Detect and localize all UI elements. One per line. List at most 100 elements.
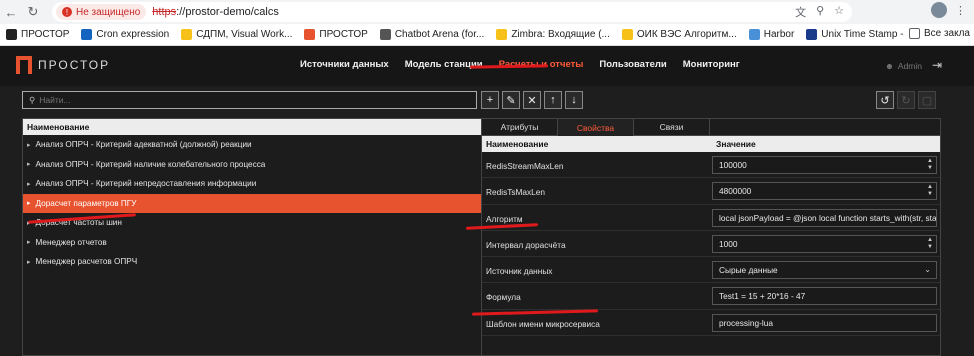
bookmark-icon: [496, 29, 508, 40]
reload-icon[interactable]: ↻: [22, 1, 44, 23]
not-secure-badge[interactable]: ! Не защищено: [56, 4, 147, 20]
tree-header: Наименование: [23, 119, 481, 135]
bookmark-item[interactable]: ПРОСТОР: [304, 29, 368, 40]
chevron-right-icon[interactable]: ▸: [27, 160, 31, 168]
prop-value-input[interactable]: 4800000 ▲ ▼: [712, 182, 937, 201]
add-button[interactable]: +: [481, 91, 499, 109]
prop-name: Интервал дорасчёта: [486, 239, 566, 250]
prop-value-input[interactable]: processing-lua: [712, 313, 937, 332]
redo-button[interactable]: ↻: [897, 91, 915, 109]
prop-value-input[interactable]: 100000 ▲ ▼: [712, 156, 937, 174]
translate-icon[interactable]: 文: [795, 4, 806, 20]
prop-value-select[interactable]: Сырые данные ⌄: [712, 261, 937, 280]
logo[interactable]: ПРОСТОР: [16, 56, 110, 74]
tree-item[interactable]: ▸ Анализ ОПРЧ - Критерий адекватной (долж…: [23, 135, 481, 155]
bookmark-icon: [748, 29, 760, 40]
chevron-right-icon[interactable]: ▸: [27, 180, 31, 188]
bookmark-icon: [806, 29, 818, 40]
logo-text: ПРОСТОР: [38, 58, 111, 72]
spinner-icon[interactable]: ▲ ▼: [927, 184, 933, 198]
bookmark-icon: [81, 29, 93, 40]
tree-item[interactable]: ▸ Анализ ОПРЧ - Критерий наличие колебате…: [23, 155, 481, 175]
bookmark-icon: [621, 29, 633, 40]
menu-item-monitoring[interactable]: Мониторинг: [683, 59, 740, 70]
folder-icon: [908, 28, 920, 39]
app: ПРОСТОР Источники данных Модель станции …: [0, 46, 974, 356]
user-icon: ☻: [884, 61, 894, 71]
calc-tree: Наименование ▸ Анализ ОПРЧ - Критерий аде…: [22, 118, 482, 356]
prop-value-input[interactable]: Test1 = 15 + 20*16 - 47: [712, 287, 937, 306]
chevron-right-icon[interactable]: ▸: [27, 238, 31, 246]
tab-bar: Атрибуты Свойства Связи: [482, 119, 940, 136]
bookmark-icon: [181, 29, 193, 40]
logo-icon: [16, 56, 32, 74]
tree-toolbar: + ✎ ✕ ↑ ↓: [481, 91, 583, 109]
move-up-button[interactable]: ↑: [544, 91, 562, 109]
address-bar[interactable]: ! Не защищено https ://prostor-demo/calc…: [52, 2, 852, 22]
profile-avatar[interactable]: [931, 2, 947, 18]
properties-panel: Атрибуты Свойства Связи Наименование Зна…: [481, 118, 941, 356]
col-value-header: Значение: [716, 139, 756, 149]
prop-value-input[interactable]: local jsonPayload = @json local function…: [712, 208, 937, 227]
all-bookmarks[interactable]: Все закла: [902, 28, 970, 39]
tab-attributes[interactable]: Атрибуты: [482, 119, 558, 136]
move-down-button[interactable]: ↓: [565, 91, 583, 109]
prop-row: RedisTsMaxLen 4800000 ▲ ▼: [482, 178, 940, 205]
screen: ← ↻ ! Не защищено https ://prostor-demo/…: [0, 0, 974, 356]
tree-item[interactable]: ▸ Менеджер отчетов: [23, 233, 481, 253]
col-name-header: Наименование: [486, 139, 549, 149]
chevron-right-icon[interactable]: ▸: [27, 141, 31, 149]
search-box[interactable]: ⚲: [22, 91, 477, 109]
more-icon[interactable]: ⋮: [955, 4, 966, 17]
prop-row: Алгоритм local jsonPayload = @json local…: [482, 205, 940, 231]
chevron-right-icon[interactable]: ▸: [27, 258, 31, 266]
spinner-icon[interactable]: ▲ ▼: [927, 237, 933, 251]
bookmark-item[interactable]: ПРОСТОР: [6, 29, 69, 40]
url-path: ://prostor-demo/calcs: [176, 6, 279, 18]
bookmark-item[interactable]: Zimbra: Входящие (...: [496, 29, 610, 40]
tab-links[interactable]: Связи: [634, 119, 710, 136]
history-toolbar: ↺ ↻ ▢: [876, 91, 936, 109]
search-input[interactable]: [39, 95, 440, 105]
prop-name: Источник данных: [486, 266, 553, 277]
bookmark-item[interactable]: Harbor: [748, 29, 794, 40]
prop-name: Формула: [486, 292, 521, 303]
prop-row: RedisStreamMaxLen 100000 ▲ ▼: [482, 152, 940, 179]
prop-row: Интервал дорасчёта 1000 ▲ ▼: [482, 231, 940, 258]
undo-button[interactable]: ↺: [876, 91, 894, 109]
tab-properties[interactable]: Свойства: [558, 119, 634, 136]
bookmark-item[interactable]: СДПМ, Visual Work...: [181, 29, 292, 40]
chevron-down-icon[interactable]: ⌄: [924, 265, 931, 274]
back-icon[interactable]: ←: [0, 1, 22, 23]
tree-item[interactable]: ▸ Менеджер расчетов ОПРЧ: [23, 252, 481, 272]
search-icon: ⚲: [29, 94, 36, 105]
logout-icon[interactable]: ⇥: [932, 58, 942, 72]
menu-item-sources[interactable]: Источники данных: [300, 59, 389, 70]
bookmark-item[interactable]: ОИК ВЭС Алгоритм...: [621, 29, 737, 40]
bookmark-icon: [304, 29, 316, 40]
bookmark-icon: [379, 29, 391, 40]
delete-button[interactable]: ✕: [523, 91, 541, 109]
warning-icon: !: [62, 7, 72, 17]
user-menu[interactable]: ☻ Admin: [885, 61, 922, 71]
spinner-icon[interactable]: ▲ ▼: [927, 158, 933, 172]
not-secure-label: Не защищено: [76, 6, 141, 18]
prop-row: Источник данных Сырые данные ⌄: [482, 257, 940, 284]
tree-item[interactable]: ▸ Анализ ОПРЧ - Критерий непредоставления…: [23, 174, 481, 194]
menu-item-users[interactable]: Пользователи: [599, 59, 666, 70]
bookmark-item[interactable]: Cron expression: [81, 29, 169, 40]
zoom-icon[interactable]: ⚲: [816, 4, 824, 20]
url-scheme: https: [152, 6, 177, 18]
bookmark-item[interactable]: Chatbot Arena (for...: [379, 29, 484, 40]
prop-row: Формула Test1 = 15 + 20*16 - 47: [482, 283, 940, 310]
star-icon[interactable]: ☆: [834, 4, 844, 20]
user-name: Admin: [897, 61, 922, 71]
prop-name: Шаблон имени микросервиса: [486, 318, 600, 329]
prop-name: RedisStreamMaxLen: [486, 161, 564, 171]
tree-item-selected[interactable]: ▸ Дорасчет параметров ПГУ: [23, 193, 481, 213]
prop-value-input[interactable]: 1000 ▲ ▼: [712, 234, 937, 253]
edit-button[interactable]: ✎: [502, 91, 520, 109]
tab-bar-filler: [710, 119, 940, 136]
save-button[interactable]: ▢: [918, 91, 936, 109]
chevron-right-icon[interactable]: ▸: [27, 199, 31, 207]
